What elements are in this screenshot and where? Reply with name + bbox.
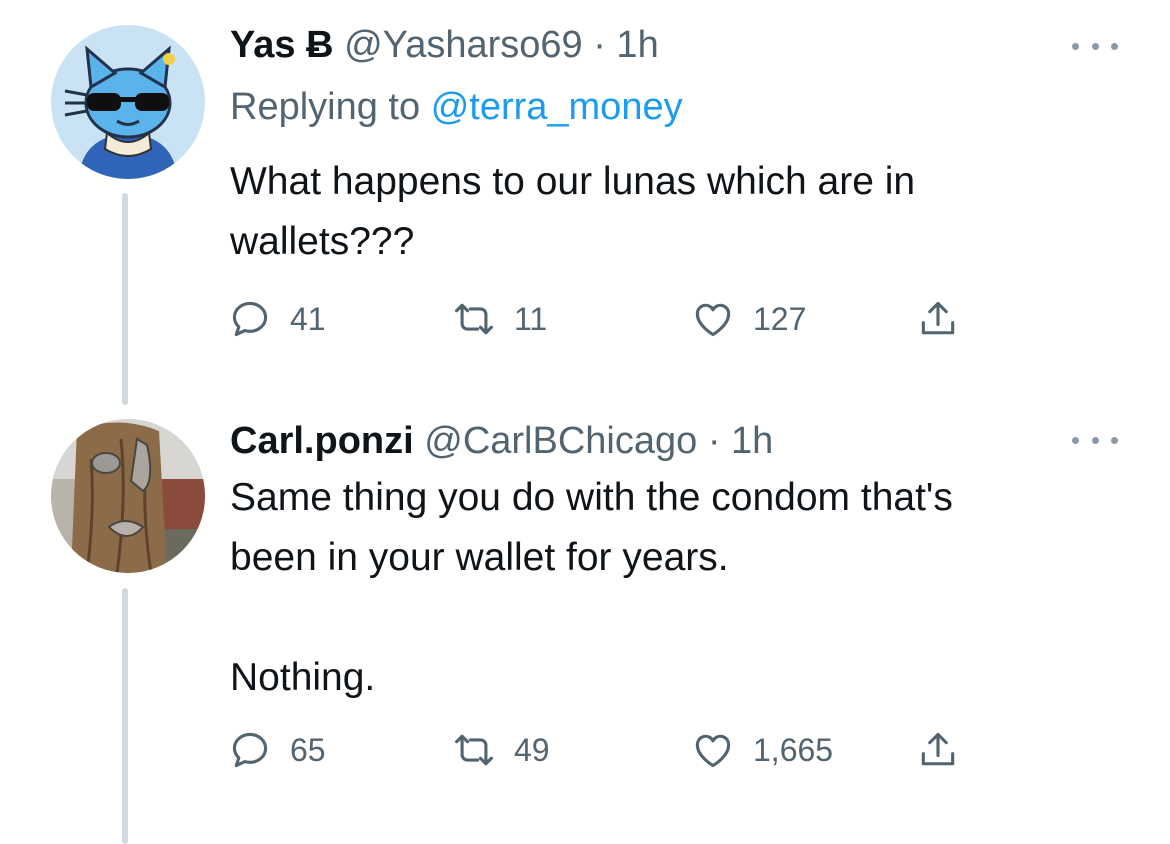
reply-count: 41 — [290, 300, 326, 337]
reply-icon — [232, 732, 268, 768]
retweet-icon — [455, 303, 493, 335]
retweet-button[interactable]: 11 — [452, 297, 547, 341]
retweet-icon — [455, 734, 493, 766]
like-button[interactable]: 1,665 — [691, 728, 833, 772]
like-count: 127 — [753, 300, 807, 337]
timestamp[interactable]: · 1h — [708, 420, 773, 462]
replying-label: Replying to — [230, 86, 421, 128]
share-icon — [921, 732, 955, 766]
tweet-text: Same thing you do with the condom that's… — [230, 468, 953, 708]
like-count: 1,665 — [753, 731, 834, 768]
thread-line — [122, 588, 128, 844]
replying-to: Replying to @terra_money — [230, 84, 683, 130]
avatar[interactable] — [51, 25, 205, 179]
text-line: Same thing you do with the condom that's — [230, 476, 953, 519]
reply-button[interactable]: 41 — [228, 297, 326, 341]
like-icon — [695, 734, 731, 768]
handle[interactable]: @Yasharso69 — [344, 24, 583, 66]
tweet-text: What happens to our lunas which are in w… — [230, 152, 915, 272]
reply-count: 65 — [290, 731, 326, 768]
display-name[interactable]: Carl.ponzi — [230, 420, 414, 462]
retweet-count: 49 — [514, 731, 550, 768]
share-button[interactable] — [916, 728, 960, 772]
like-icon — [695, 303, 731, 337]
more-options-icon[interactable] — [1072, 434, 1118, 446]
retweet-count: 11 — [514, 300, 548, 337]
tree-face-avatar-image — [51, 419, 205, 573]
text-line: been in your wallet for years. — [230, 536, 729, 579]
more-options-icon[interactable] — [1072, 40, 1118, 52]
avatar[interactable] — [51, 419, 205, 573]
text-line: Nothing. — [230, 656, 376, 699]
reply-button[interactable]: 65 — [228, 728, 326, 772]
display-name[interactable]: Yas Ƀ — [230, 24, 334, 66]
share-button[interactable] — [916, 297, 960, 341]
text-line: wallets??? — [230, 220, 415, 263]
thread-line — [122, 193, 128, 405]
text-line-blank — [230, 588, 953, 648]
share-icon — [921, 301, 955, 335]
replying-handle-link[interactable]: @terra_money — [431, 86, 683, 128]
tweet-header: Yas Ƀ @Yasharso69 · 1h — [230, 22, 659, 68]
handle[interactable]: @CarlBChicago — [424, 420, 697, 462]
tweet-header: Carl.ponzi @CarlBChicago · 1h — [230, 418, 773, 464]
retweet-button[interactable]: 49 — [452, 728, 550, 772]
text-line: What happens to our lunas which are in — [230, 160, 916, 203]
like-button[interactable]: 127 — [691, 297, 806, 341]
timestamp[interactable]: · 1h — [593, 24, 658, 66]
cat-avatar-image — [51, 25, 205, 179]
reply-icon — [232, 301, 268, 337]
